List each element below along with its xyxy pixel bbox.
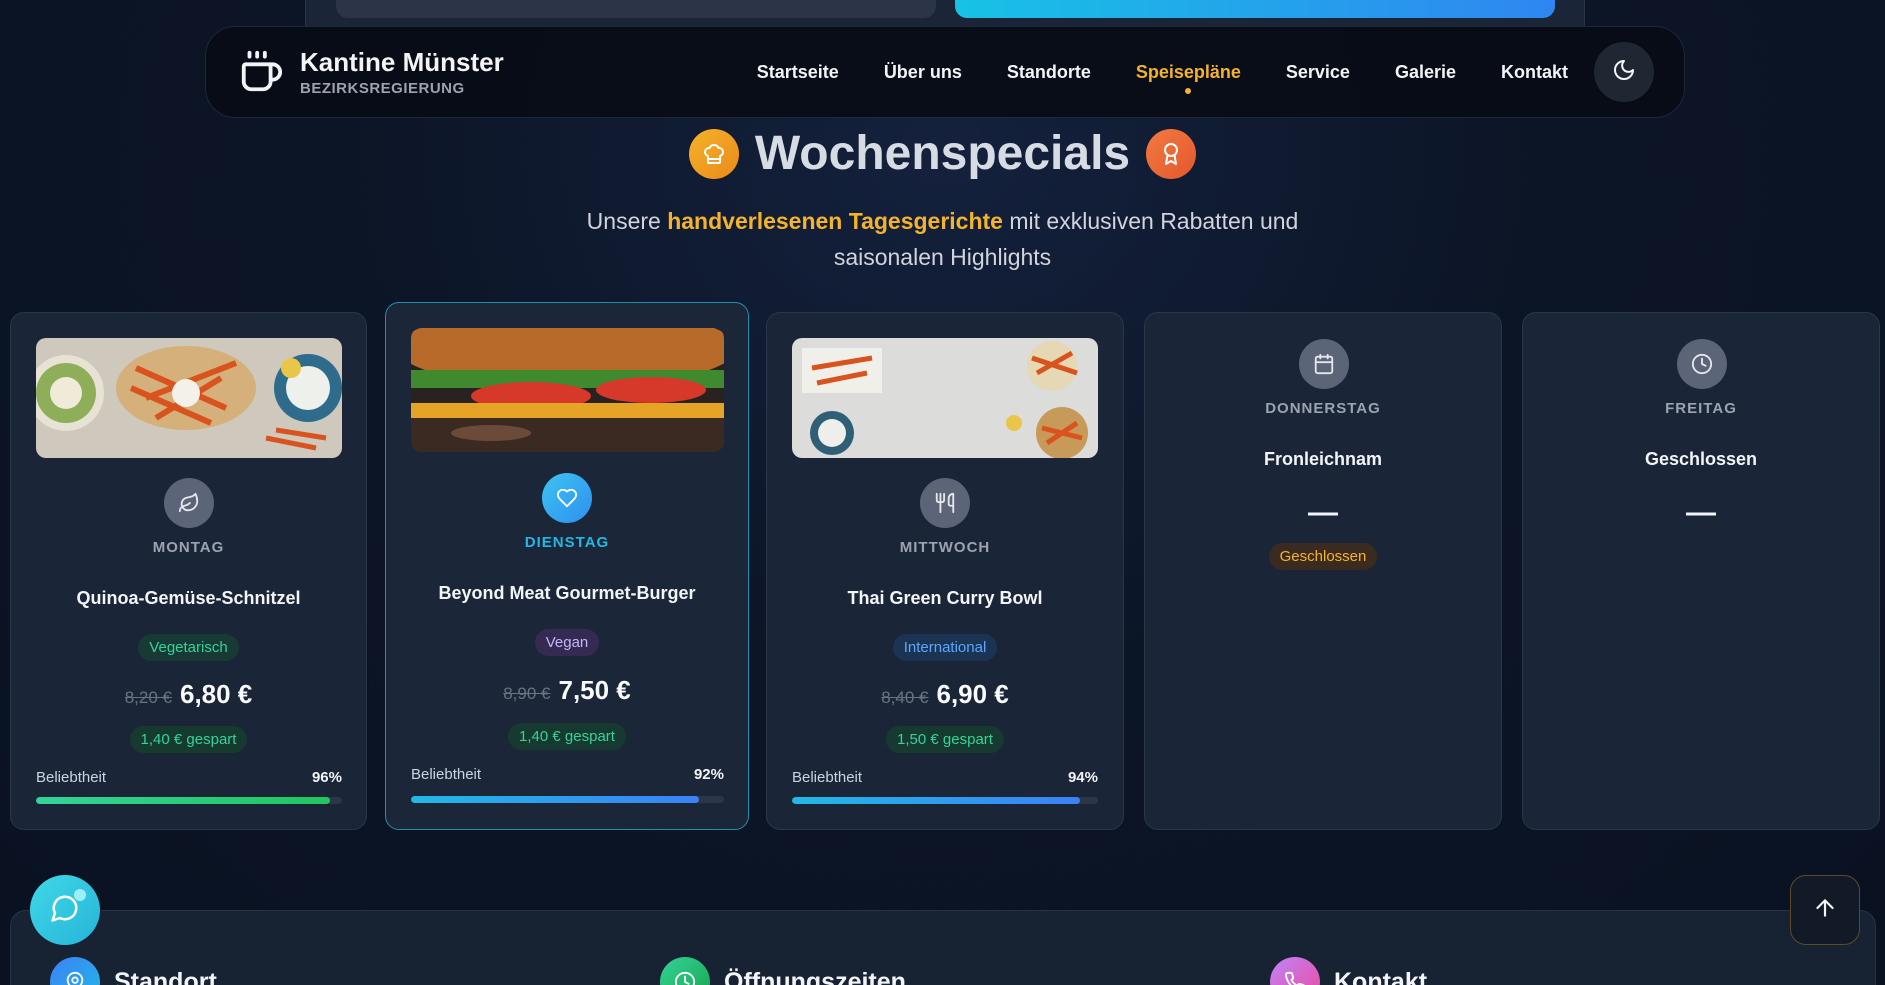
nav-link-kontakt[interactable]: Kontakt xyxy=(1501,62,1568,83)
arrow-up-icon xyxy=(1812,895,1838,926)
phone-icon xyxy=(1270,957,1320,985)
dish-name: Beyond Meat Gourmet-Burger xyxy=(438,583,696,603)
popularity-bar xyxy=(36,797,342,804)
special-card-dienstag[interactable]: DIENSTAG Beyond Meat Gourmet-Burger Vega… xyxy=(385,302,749,830)
scroll-to-top-button[interactable] xyxy=(1790,875,1860,945)
subtitle-pre: Unsere xyxy=(586,208,668,234)
nav-link-startseite[interactable]: Startseite xyxy=(757,62,839,83)
award-icon xyxy=(1146,128,1197,179)
map-pin-icon xyxy=(50,957,100,985)
info-standort-label: Standort xyxy=(114,967,217,985)
moon-icon xyxy=(1612,58,1636,87)
dish-image xyxy=(411,328,724,452)
nav-link-speiseplaene[interactable]: Speisepläne xyxy=(1136,62,1241,94)
holiday-name: Fronleichnam xyxy=(1263,449,1383,469)
no-dish-dash: — xyxy=(1686,496,1716,529)
savings-badge: 1,40 € gespart xyxy=(129,726,248,753)
closed-badge: Geschlossen xyxy=(1268,543,1378,570)
previous-section-input xyxy=(336,0,936,18)
info-oeffnungszeiten-label: Öffnungszeiten xyxy=(724,967,906,985)
popularity-value: 92% xyxy=(693,766,724,783)
popularity-label: Beliebtheit xyxy=(36,769,107,786)
special-card-montag[interactable]: MONTAG Quinoa-Gemüse-Schnitzel Vegetaris… xyxy=(10,312,367,830)
info-panel xyxy=(10,910,1876,985)
diet-tag: Vegan xyxy=(534,629,600,656)
popularity-bar-fill xyxy=(792,797,1080,804)
no-dish-dash: — xyxy=(1308,496,1338,529)
nav-links: Startseite Über uns Standorte Speiseplän… xyxy=(712,42,1654,102)
special-card-mittwoch[interactable]: MITTWOCH Thai Green Curry Bowl Internati… xyxy=(766,312,1124,830)
utensils-icon xyxy=(920,478,970,528)
day-label: MONTAG xyxy=(152,539,225,556)
brand-subtitle: BEZIRKSREGIERUNG xyxy=(300,80,465,97)
section-subtitle: Unsere handverlesenen Tagesgerichte mit … xyxy=(563,203,1323,275)
dish-image xyxy=(792,338,1098,458)
popularity-label: Beliebtheit xyxy=(792,769,863,786)
coffee-cup-icon xyxy=(236,47,286,97)
dish-name: Thai Green Curry Bowl xyxy=(847,588,1043,608)
section-header: Wochenspecials Unsere handverlesenen Tag… xyxy=(0,126,1885,275)
brand[interactable]: Kantine Münster BEZIRKSREGIERUNG xyxy=(236,47,504,97)
clock-icon xyxy=(1677,339,1727,389)
chef-hat-icon xyxy=(688,128,739,179)
leaf-icon xyxy=(164,478,214,528)
theme-toggle-button[interactable] xyxy=(1594,42,1654,102)
diet-tag: Vegetarisch xyxy=(138,634,239,661)
savings-badge: 1,50 € gespart xyxy=(886,726,1004,753)
nav-link-ueber-uns[interactable]: Über uns xyxy=(884,62,962,83)
popularity-label: Beliebtheit xyxy=(411,766,482,783)
day-label: DONNERSTAG xyxy=(1265,400,1381,417)
nav-link-service[interactable]: Service xyxy=(1286,62,1350,83)
calendar-icon xyxy=(1299,339,1349,389)
diet-tag: International xyxy=(892,634,998,661)
new-price: 6,90 € xyxy=(936,679,1009,709)
savings-badge: 1,40 € gespart xyxy=(508,723,626,750)
info-kontakt: Kontakt xyxy=(1270,957,1427,985)
nav-link-standorte[interactable]: Standorte xyxy=(1007,62,1091,83)
previous-section-button[interactable] xyxy=(955,0,1555,18)
clock-icon xyxy=(660,957,710,985)
subtitle-highlight: handverlesenen Tagesgerichte xyxy=(667,208,1003,234)
navbar: Kantine Münster BEZIRKSREGIERUNG Startse… xyxy=(205,26,1685,118)
dish-name: Geschlossen xyxy=(1644,449,1758,469)
old-price: 8,20 € xyxy=(124,688,172,707)
new-price: 6,80 € xyxy=(179,679,253,709)
popularity-bar xyxy=(792,797,1098,804)
info-standort: Standort xyxy=(50,957,217,985)
special-card-freitag[interactable]: FREITAG Geschlossen — xyxy=(1522,312,1880,830)
popularity-value: 96% xyxy=(311,769,342,786)
old-price: 8,90 € xyxy=(503,684,551,703)
brand-title: Kantine Münster xyxy=(300,47,504,77)
popularity-bar-fill xyxy=(411,796,699,803)
popularity-bar-fill xyxy=(36,797,330,804)
popularity-value: 94% xyxy=(1067,769,1098,786)
special-card-donnerstag[interactable]: DONNERSTAG Fronleichnam — Geschlossen xyxy=(1144,312,1502,830)
dish-image xyxy=(36,338,342,458)
info-oeffnungszeiten: Öffnungszeiten xyxy=(660,957,906,985)
info-kontakt-label: Kontakt xyxy=(1334,967,1428,985)
new-price: 7,50 € xyxy=(558,675,631,705)
old-price: 8,40 € xyxy=(881,688,929,707)
day-label: FREITAG xyxy=(1665,400,1737,417)
chat-button[interactable] xyxy=(30,875,100,945)
day-label: DIENSTAG xyxy=(524,534,610,551)
popularity-bar xyxy=(411,796,724,803)
heart-icon xyxy=(542,473,592,523)
section-title: Wochenspecials xyxy=(754,127,1131,180)
day-label: MITTWOCH xyxy=(899,539,991,556)
dish-name: Quinoa-Gemüse-Schnitzel xyxy=(76,588,301,608)
chat-notification-dot xyxy=(74,889,86,901)
nav-link-galerie[interactable]: Galerie xyxy=(1395,62,1456,83)
